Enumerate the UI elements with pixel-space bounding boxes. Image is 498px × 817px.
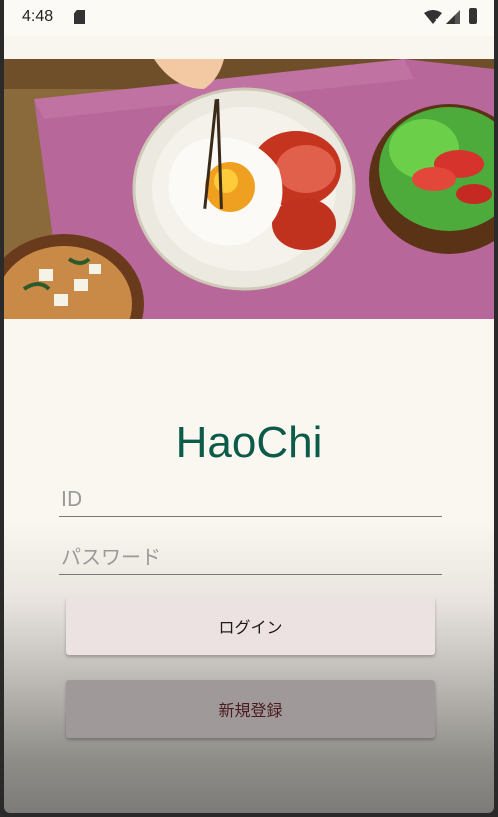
- register-button[interactable]: 新規登録: [66, 680, 435, 738]
- status-bar: 4:48: [4, 0, 494, 36]
- password-field-container: [59, 540, 444, 575]
- id-field-container: [59, 482, 444, 517]
- status-time: 4:48: [22, 8, 54, 25]
- battery-icon: [469, 8, 477, 24]
- sd-card-icon: [74, 10, 85, 24]
- login-button[interactable]: ログイン: [66, 597, 435, 655]
- food-banner-image: [4, 59, 494, 319]
- password-input[interactable]: [59, 540, 444, 574]
- id-input[interactable]: [59, 482, 444, 516]
- wifi-icon: [424, 10, 442, 24]
- app-screen: 4:48 HaoChi ID ログイン 新規登録: [4, 0, 494, 813]
- signal-icon: [446, 10, 460, 24]
- top-spacer: [4, 36, 494, 59]
- app-title: HaoChi: [175, 418, 323, 467]
